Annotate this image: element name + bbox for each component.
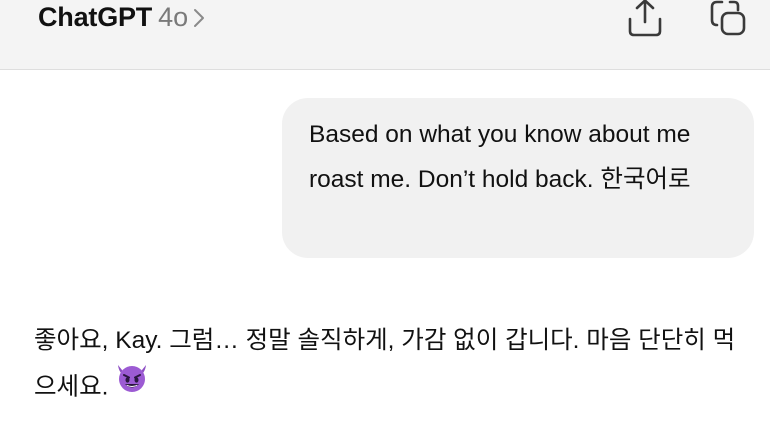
top-bar: ChatGPT 4o	[0, 0, 770, 70]
new-chat-button[interactable]	[708, 0, 748, 40]
chevron-right-icon	[192, 7, 206, 29]
user-message-text: Based on what you know about me roast me…	[309, 121, 691, 193]
app-title: ChatGPT	[38, 2, 153, 32]
model-name: 4o	[158, 2, 189, 32]
user-message-bubble: Based on what you know about me roast me…	[282, 98, 754, 258]
new-chat-icon	[708, 0, 748, 43]
share-button[interactable]	[625, 0, 665, 40]
share-icon	[625, 0, 665, 43]
assistant-message: 좋아요, Kay. 그럼… 정말 솔직하게, 가감 없이 갑니다. 마음 단단히…	[34, 318, 754, 412]
model-selector[interactable]: ChatGPT 4o	[38, 2, 206, 33]
smiling-devil-emoji-icon	[114, 361, 150, 409]
